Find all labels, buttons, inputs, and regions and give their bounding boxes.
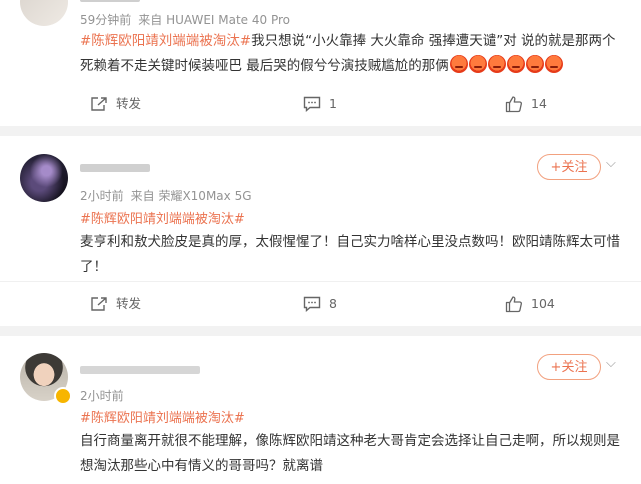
post-time[interactable]: 2小时前 bbox=[80, 389, 124, 403]
repost-icon bbox=[91, 96, 107, 111]
post-meta: 2小时前 bbox=[80, 387, 131, 404]
like-count: 104 bbox=[531, 296, 555, 311]
post-text: #陈辉欧阳靖刘端端被淘汰#我只想说“小火靠捧 大火靠命 强捧遭天谴”对 说的就是… bbox=[80, 29, 625, 79]
post-meta: 2小时前 来自 荣耀X10Max 5G bbox=[80, 187, 259, 204]
comment-button[interactable]: 8 bbox=[303, 289, 337, 319]
post-body-text: 麦亨利和敖犬脸皮是真的厚，太假惺惺了！自己实力啥样心里没点数吗！欧阳靖陈辉太可惜… bbox=[80, 234, 620, 275]
chevron-down-icon[interactable]: ⌵ bbox=[606, 156, 616, 171]
angry-emoji-icon bbox=[506, 55, 525, 73]
like-count: 14 bbox=[531, 96, 547, 111]
post-card-3: +关注 ⌵ 2小时前 #陈辉欧阳靖刘端端被淘汰# 自行商量离开就很不能理解，像陈… bbox=[0, 336, 641, 484]
angry-emoji-icon bbox=[468, 55, 487, 73]
angry-emoji-icon bbox=[544, 55, 563, 73]
angry-emoji-icon bbox=[449, 55, 468, 73]
comment-button[interactable]: 1 bbox=[303, 89, 337, 119]
comment-icon bbox=[303, 96, 321, 112]
hashtag-link[interactable]: #陈辉欧阳靖刘端端被淘汰# bbox=[80, 407, 245, 426]
follow-button[interactable]: +关注 bbox=[537, 354, 601, 380]
hashtag-link[interactable]: #陈辉欧阳靖刘端端被淘汰# bbox=[80, 33, 251, 49]
post-body-text: 自行商量离开就很不能理解，像陈辉欧阳靖这种老大哥肯定会选择让自己走啊，所以规则是… bbox=[80, 433, 620, 474]
username[interactable] bbox=[80, 366, 200, 374]
comment-count: 8 bbox=[329, 296, 337, 311]
comment-icon bbox=[303, 296, 321, 312]
post-time[interactable]: 2小时前 bbox=[80, 189, 124, 203]
angry-emoji-icon bbox=[487, 55, 506, 73]
post-source: 来自 荣耀X10Max 5G bbox=[130, 189, 252, 203]
post-time[interactable]: 59分钟前 bbox=[80, 13, 131, 27]
post-meta: 59分钟前 来自 HUAWEI Mate 40 Pro bbox=[80, 11, 297, 28]
angry-emoji-icon bbox=[525, 55, 544, 73]
post-card-2: +关注 ⌵ 2小时前 来自 荣耀X10Max 5G #陈辉欧阳靖刘端端被淘汰# 麦… bbox=[0, 136, 641, 326]
comment-count: 1 bbox=[329, 96, 337, 111]
username[interactable] bbox=[80, 0, 140, 2]
repost-label: 转发 bbox=[116, 96, 142, 111]
post-card-1: 59分钟前 来自 HUAWEI Mate 40 Pro #陈辉欧阳靖刘端端被淘汰#… bbox=[0, 0, 641, 126]
like-button[interactable]: 104 bbox=[505, 289, 555, 319]
action-bar: 转发 8 104 bbox=[0, 289, 641, 319]
action-bar: 转发 1 14 bbox=[0, 89, 641, 119]
repost-button[interactable]: 转发 bbox=[90, 289, 141, 319]
follow-button[interactable]: +关注 bbox=[537, 154, 601, 180]
verified-badge-icon bbox=[54, 387, 72, 405]
repost-button[interactable]: 转发 bbox=[90, 89, 141, 119]
hashtag-link[interactable]: #陈辉欧阳靖刘端端被淘汰# bbox=[80, 208, 245, 227]
thumbs-up-icon bbox=[505, 295, 522, 312]
post-source: 来自 HUAWEI Mate 40 Pro bbox=[138, 13, 290, 27]
like-button[interactable]: 14 bbox=[505, 89, 547, 119]
avatar[interactable] bbox=[20, 0, 68, 26]
repost-label: 转发 bbox=[116, 296, 142, 311]
thumbs-up-icon bbox=[505, 95, 522, 112]
repost-icon bbox=[91, 296, 107, 311]
avatar[interactable] bbox=[20, 154, 68, 202]
chevron-down-icon[interactable]: ⌵ bbox=[606, 356, 616, 371]
divider bbox=[0, 281, 641, 282]
username[interactable] bbox=[80, 164, 150, 172]
